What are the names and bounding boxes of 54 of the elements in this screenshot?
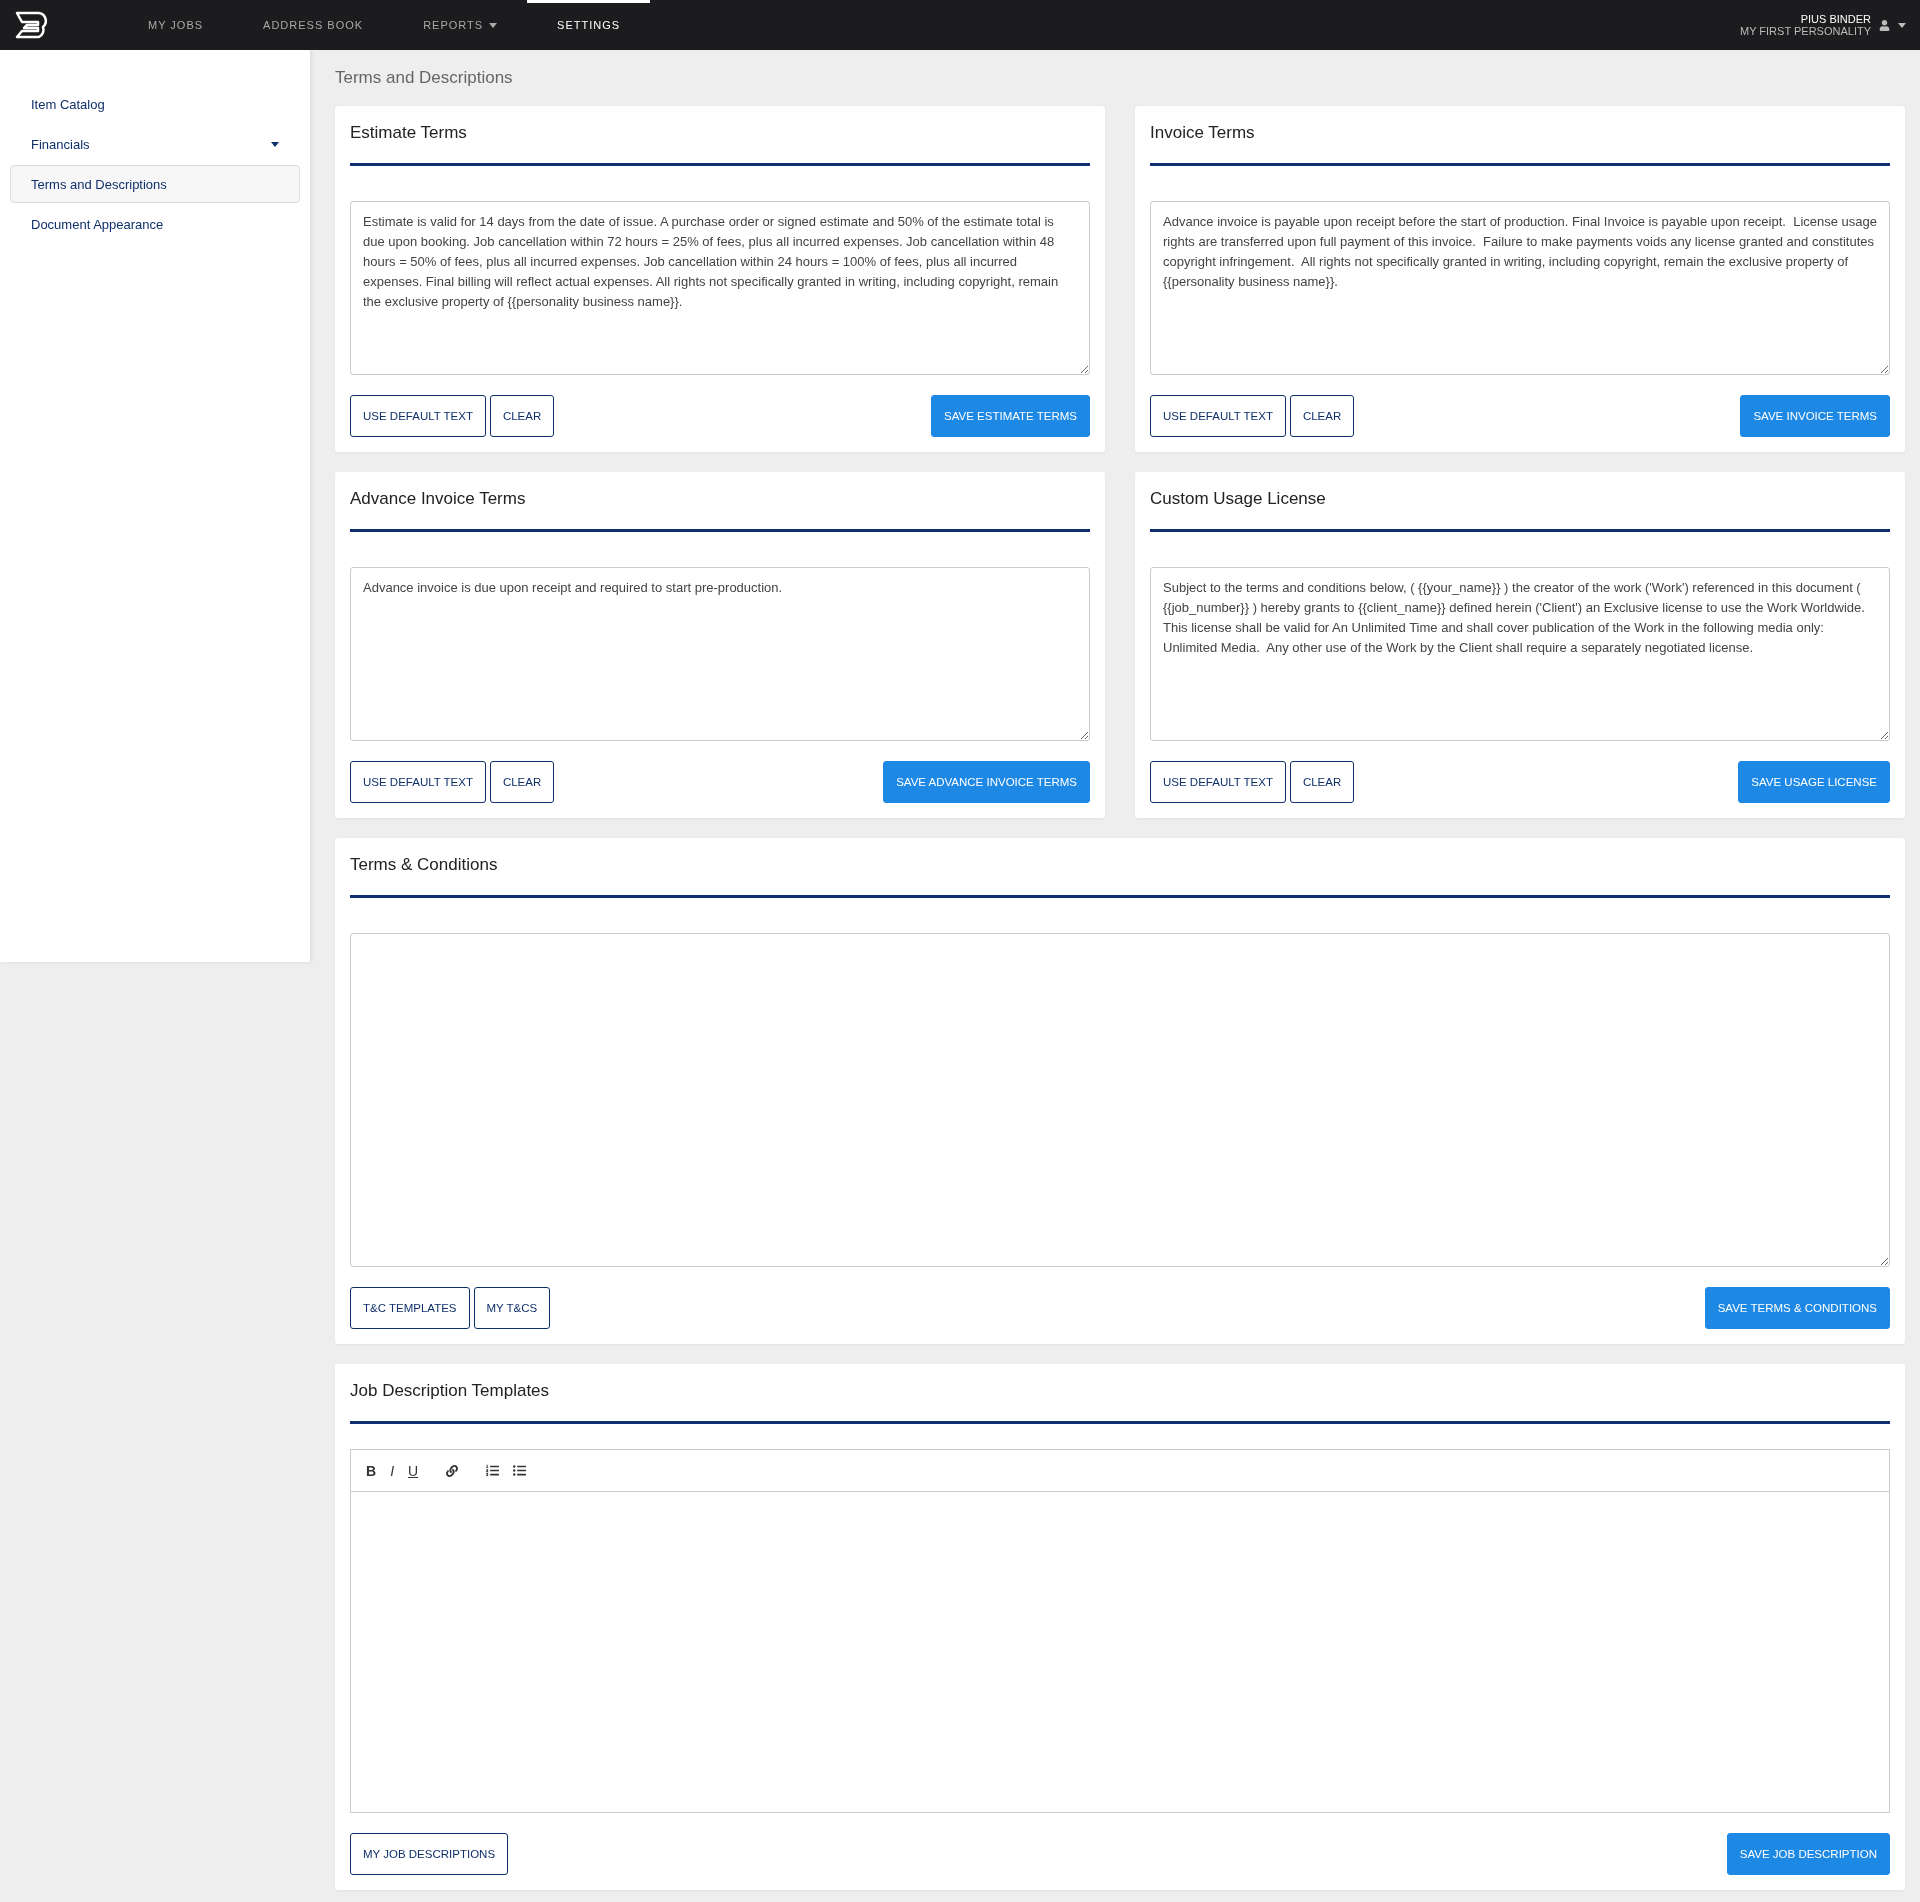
bold-button[interactable]: B	[366, 1462, 377, 1479]
outline-button[interactable]: CLEAR	[489, 395, 555, 437]
save-button[interactable]: SAVE ESTIMATE TERMS	[931, 395, 1090, 437]
user-name: PIUS BINDER	[1800, 13, 1871, 25]
terms-text-field[interactable]: Advance invoice is due upon receipt and required to start pre-production.	[350, 567, 1090, 741]
nav-tab[interactable]: SETTINGS	[527, 0, 651, 50]
caret-icon[interactable]	[1898, 22, 1906, 28]
rich-text-editor[interactable]: B I U	[350, 1449, 1890, 1813]
card-title: Custom Usage License	[1150, 472, 1890, 532]
card-title: Invoice Terms	[1150, 106, 1890, 166]
sidebar-item[interactable]: Financials	[10, 125, 300, 163]
bullet-list-button[interactable]	[513, 1464, 527, 1477]
sidebar-item[interactable]: Document Appearance	[10, 205, 300, 243]
italic-button[interactable]: I	[390, 1462, 394, 1479]
outline-button[interactable]: CLEAR	[1289, 395, 1355, 437]
page-title: Terms and Descriptions	[335, 68, 514, 88]
save-button[interactable]: SAVE JOB DESCRIPTION	[1726, 1833, 1890, 1875]
logo-icon	[14, 10, 50, 40]
terms-text-field[interactable]: Estimate is valid for 14 days from the date of issue. A purchase order or signed estimate and 50% of the estimate total is due upon booking. Job cancellation within 72 hours = 25% of fees, plus all incurred expenses. Job cancellation within 48 hours = 50% of fees, plus all incurred expenses. Job cancellation within 24 hours = 100% of fees, plus all incurred expenses. Final billing will reflect actual expenses. All rights not specifically granted in writing, including copyright, remain the exclusive property of {{personality business name}}.	[350, 201, 1090, 375]
user-icon[interactable]	[1879, 19, 1890, 31]
outline-button[interactable]: MY JOB DESCRIPTIONS	[350, 1833, 509, 1875]
card-title: Advance Invoice Terms	[350, 472, 1090, 532]
terms-text-field[interactable]: Subject to the terms and conditions below, ( {{your_name}} ) the creator of the work ('Work') referenced in this document ( {{job_number}} ) hereby grants to {{client_name}} defined herein ('Client') an Exclusive license to use the Work Worldwide. This license shall be valid for An Unlimited Time and shall cover publication of the Work in the following media only: Unlimited Media. Any other use of the Work by the Client shall require a separately negotiated license.	[1150, 567, 1890, 741]
save-button[interactable]: SAVE TERMS & CONDITIONS	[1704, 1287, 1890, 1329]
sidebar-item[interactable]: Item Catalog	[10, 85, 300, 123]
save-button[interactable]: SAVE INVOICE TERMS	[1740, 395, 1890, 437]
outline-button[interactable]: CLEAR	[1289, 761, 1355, 803]
outline-button[interactable]: USE DEFAULT TEXT	[350, 761, 486, 803]
nav-tab[interactable]: REPORTS	[393, 0, 528, 50]
terms-text-field[interactable]: Advance invoice is payable upon receipt before the start of production. Final Invoice is payable upon receipt. License usage rights are transferred upon full payment of this invoice. Failure to make payments voids any license granted and constitutes copyright infringement. All rights not specifically granted in writing, including copyright, remain the exclusive property of {{personality business name}}.	[1150, 201, 1890, 375]
outline-button[interactable]: MY T&CS	[473, 1287, 551, 1329]
terms-text-field[interactable]	[350, 933, 1890, 1267]
sidebar-item[interactable]: Terms and Descriptions	[10, 165, 300, 203]
card-title: Job Description Templates	[350, 1364, 1890, 1424]
nav-tab[interactable]: ADDRESS BOOK	[233, 0, 394, 50]
personality-name: MY FIRST PERSONALITY	[1740, 25, 1871, 37]
link-button[interactable]	[446, 1464, 459, 1477]
card-title: Estimate Terms	[350, 106, 1090, 166]
caret-icon	[489, 22, 498, 28]
save-button[interactable]: SAVE ADVANCE INVOICE TERMS	[883, 761, 1090, 803]
bullet-list-icon	[513, 1464, 527, 1477]
outline-button[interactable]: CLEAR	[489, 761, 555, 803]
ordered-list-icon	[486, 1464, 500, 1477]
outline-button[interactable]: T&C TEMPLATES	[350, 1287, 470, 1329]
save-button[interactable]: SAVE USAGE LICENSE	[1738, 761, 1890, 803]
outline-button[interactable]: USE DEFAULT TEXT	[350, 395, 486, 437]
caret-icon	[271, 141, 279, 147]
nav-tab[interactable]: MY JOBS	[118, 0, 234, 50]
outline-button[interactable]: USE DEFAULT TEXT	[1150, 395, 1286, 437]
ordered-list-button[interactable]	[486, 1464, 500, 1477]
link-icon	[446, 1464, 459, 1477]
outline-button[interactable]: USE DEFAULT TEXT	[1150, 761, 1286, 803]
card-title: Terms & Conditions	[350, 838, 1890, 898]
underline-button[interactable]: U	[408, 1462, 419, 1479]
